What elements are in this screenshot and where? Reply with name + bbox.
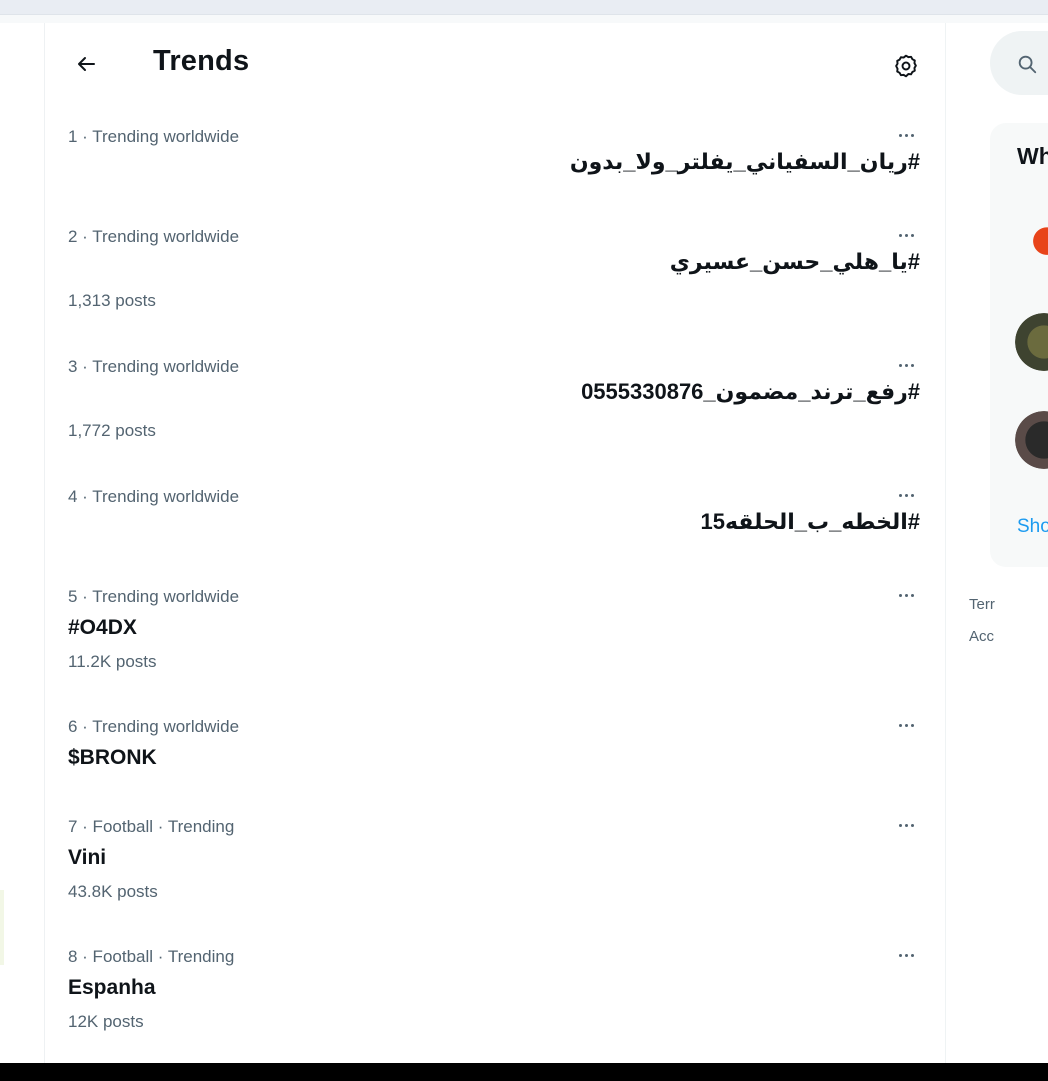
- avatar[interactable]: [1015, 411, 1048, 469]
- gear-icon: [895, 54, 917, 78]
- show-more-link[interactable]: Sho: [1017, 516, 1048, 538]
- trend-more-button[interactable]: [891, 125, 921, 145]
- trend-name: #الخطه_ب_الحلقه15: [700, 509, 920, 534]
- trend-name: Espanha: [68, 976, 156, 999]
- trend-post-count: 1,772 posts: [68, 421, 156, 440]
- trend-more-button[interactable]: [891, 815, 921, 835]
- browser-top-bar: [0, 0, 1048, 15]
- search-icon: [1018, 55, 1037, 74]
- arrow-left-icon: [78, 57, 95, 71]
- who-to-follow-title: Wh: [1017, 143, 1048, 169]
- trend-item[interactable]: 3 · Trending worldwide #رفع_ترند_مضمون_0…: [45, 357, 945, 467]
- left-nav-highlight: [0, 890, 4, 965]
- footer-link-terms[interactable]: Terr: [969, 596, 1029, 613]
- trend-item[interactable]: 7 · Football · Trending Vini 43.8K posts: [45, 817, 945, 927]
- trend-name: #O4DX: [68, 616, 137, 639]
- trend-item[interactable]: 1 · Trending worldwide #ريان_السفياني_يف…: [45, 127, 945, 217]
- trend-name: #ريان_السفياني_يفلتر_ولا_بدون: [569, 149, 920, 174]
- who-to-follow-card: Wh Sho: [990, 123, 1048, 567]
- page-title: Trends: [153, 45, 250, 77]
- trend-meta: 1 · Trending worldwide: [68, 127, 240, 146]
- settings-button[interactable]: [889, 49, 923, 83]
- more-horizontal-icon: [897, 363, 915, 367]
- trend-item[interactable]: 4 · Trending worldwide #الخطه_ب_الحلقه15: [45, 487, 945, 577]
- trend-item[interactable]: 8 · Football · Trending Espanha 12K post…: [45, 947, 945, 1057]
- avatar[interactable]: [1015, 313, 1048, 371]
- more-horizontal-icon: [897, 133, 915, 137]
- back-button[interactable]: [69, 47, 103, 81]
- more-horizontal-icon: [897, 953, 915, 957]
- more-horizontal-icon: [897, 823, 915, 827]
- trend-meta: 7 · Football · Trending: [68, 817, 235, 836]
- trends-header: Trends: [45, 23, 945, 103]
- trend-more-button[interactable]: [891, 585, 921, 605]
- footer-link-accessibility[interactable]: Acc: [969, 628, 1029, 645]
- more-horizontal-icon: [897, 233, 915, 237]
- trend-name: Vini: [68, 846, 107, 869]
- avatar[interactable]: [1015, 215, 1048, 273]
- trend-meta: 5 · Trending worldwide: [68, 587, 240, 606]
- more-horizontal-icon: [897, 593, 915, 597]
- trend-more-button[interactable]: [891, 355, 921, 375]
- trend-more-button[interactable]: [891, 485, 921, 505]
- trend-meta: 4 · Trending worldwide: [68, 487, 240, 506]
- trend-name: #رفع_ترند_مضمون_0555330876: [581, 379, 920, 404]
- trend-item[interactable]: 6 · Trending worldwide $BRONK: [45, 717, 945, 807]
- trend-more-button[interactable]: [891, 945, 921, 965]
- trend-item[interactable]: 5 · Trending worldwide #O4DX 11.2K posts: [45, 587, 945, 697]
- trends-column: Trends 1 · Trending worldwide #ريان_السف…: [45, 23, 946, 1063]
- trend-name: #يا_هلي_حسن_عسيري: [669, 249, 920, 274]
- bottom-black-bar: [0, 1063, 1048, 1081]
- more-horizontal-icon: [897, 493, 915, 497]
- trend-more-button[interactable]: [891, 715, 921, 735]
- right-sidebar: Wh Sho Terr Acc: [946, 23, 1048, 1063]
- trend-item[interactable]: 2 · Trending worldwide #يا_هلي_حسن_عسيري…: [45, 227, 945, 337]
- more-horizontal-icon: [897, 723, 915, 727]
- trend-post-count: 43.8K posts: [68, 882, 158, 901]
- trend-post-count: 1,313 posts: [68, 291, 156, 310]
- trend-name: $BRONK: [68, 746, 157, 769]
- left-nav-column: [0, 23, 45, 1063]
- trend-post-count: 12K posts: [68, 1012, 144, 1031]
- trend-meta: 2 · Trending worldwide: [68, 227, 240, 246]
- trend-meta: 6 · Trending worldwide: [68, 717, 240, 736]
- trend-more-button[interactable]: [891, 225, 921, 245]
- trend-meta: 8 · Football · Trending: [68, 947, 235, 966]
- trend-post-count: 11.2K posts: [68, 652, 157, 671]
- trend-meta: 3 · Trending worldwide: [68, 357, 240, 376]
- browser-top-strip: [0, 15, 1048, 23]
- search-input[interactable]: [990, 31, 1048, 95]
